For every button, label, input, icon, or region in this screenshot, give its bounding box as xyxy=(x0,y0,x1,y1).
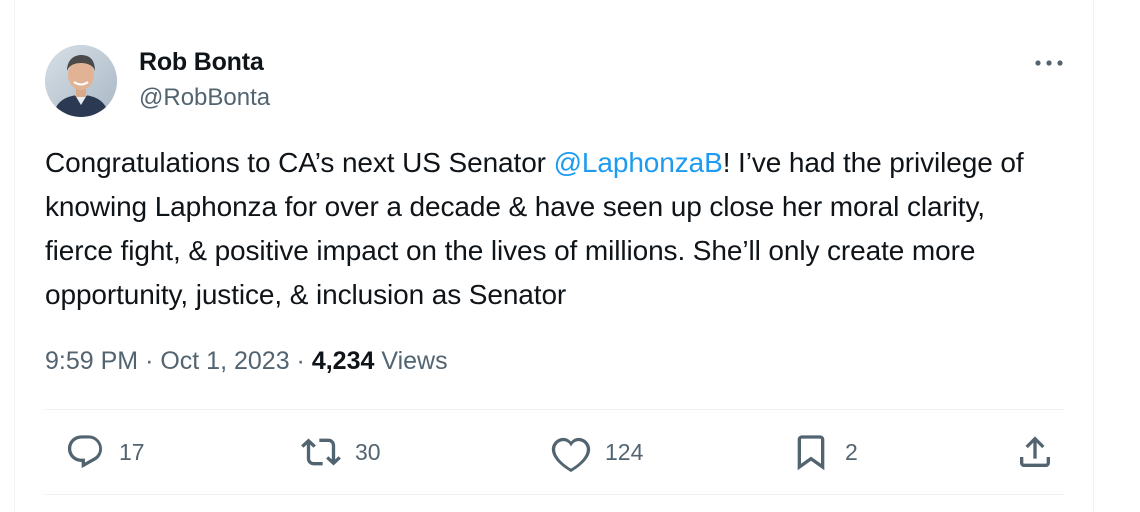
bookmark-count: 2 xyxy=(845,438,858,465)
reply-icon xyxy=(65,432,105,472)
tweet-card: Rob Bonta @RobBonta Congratulations to C… xyxy=(14,0,1094,512)
bookmark-icon xyxy=(791,432,831,472)
tweet-text: Congratulations to CA’s next US Senator … xyxy=(45,141,1055,317)
retweet-icon xyxy=(301,432,341,472)
like-button[interactable]: 124 xyxy=(551,430,643,474)
divider xyxy=(45,494,1065,495)
like-count: 124 xyxy=(605,438,644,465)
author-handle[interactable]: @RobBonta xyxy=(139,83,270,113)
tweet-text-before-mention: Congratulations to CA’s next US Senator xyxy=(45,147,554,178)
reply-button[interactable]: 17 xyxy=(65,430,145,474)
views-count: 4,234 xyxy=(311,347,375,375)
tweet-date[interactable]: Oct 1, 2023 xyxy=(160,347,289,375)
divider xyxy=(45,409,1065,410)
meta-separator: · xyxy=(296,347,305,375)
meta-separator: · xyxy=(145,347,154,375)
bookmark-button[interactable]: 2 xyxy=(791,430,858,474)
more-options-button[interactable] xyxy=(1029,48,1069,78)
mention-link[interactable]: @LaphonzaB xyxy=(554,147,723,178)
share-button[interactable] xyxy=(1015,430,1055,474)
share-icon xyxy=(1015,432,1055,472)
retweet-count: 30 xyxy=(355,438,381,465)
more-horizontal-icon xyxy=(1034,59,1064,67)
views-label: Views xyxy=(381,347,448,375)
avatar-image xyxy=(45,45,117,117)
avatar[interactable] xyxy=(45,45,117,117)
retweet-button[interactable]: 30 xyxy=(301,430,381,474)
heart-icon xyxy=(551,432,591,472)
reply-count: 17 xyxy=(119,438,145,465)
tweet-time[interactable]: 9:59 PM xyxy=(45,347,138,375)
action-bar: 17 30 124 2 xyxy=(45,430,1075,474)
author-name[interactable]: Rob Bonta xyxy=(139,46,264,78)
tweet-meta: 9:59 PM · Oct 1, 2023 · 4,234 Views xyxy=(45,343,448,379)
